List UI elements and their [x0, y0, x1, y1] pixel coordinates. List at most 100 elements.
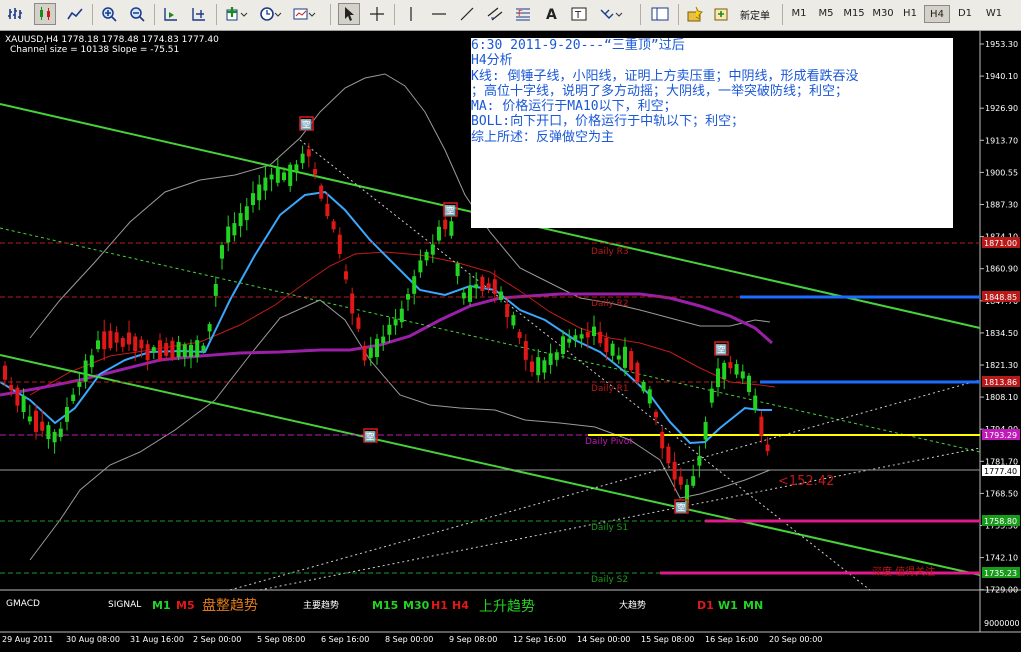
price-axis-label: 1742.10	[985, 554, 1018, 563]
svg-text:🈳: 🈳	[715, 343, 727, 356]
svg-text:1793.29: 1793.29	[984, 431, 1017, 440]
price-tag-r1: 1813.86	[982, 376, 1020, 387]
timeframe-m5[interactable]: M5	[813, 5, 839, 23]
indicators-icon[interactable]	[222, 3, 252, 25]
price-axis-label: 1781.70	[985, 457, 1018, 466]
templates-icon[interactable]	[290, 3, 320, 25]
vertical-line-icon[interactable]	[400, 3, 422, 25]
time-axis-label: 9 Sep 08:00	[449, 635, 497, 644]
daily-r1-label: Daily R1	[591, 384, 629, 394]
daily-s2-label: Daily S2	[591, 575, 628, 585]
timeframe-m30[interactable]: M30	[869, 5, 897, 23]
pattern-marker-2: 🈳	[443, 202, 458, 217]
arrows-icon[interactable]	[596, 3, 626, 25]
time-axis-label: 6 Sep 16:00	[321, 635, 369, 644]
autotrading-icon[interactable]	[710, 3, 732, 25]
time-axis-label: 8 Sep 00:00	[385, 635, 433, 644]
timeframe-m15[interactable]: M15	[840, 5, 868, 23]
timeframe-h4[interactable]: H4	[924, 5, 950, 23]
candlestick-icon[interactable]	[34, 3, 56, 25]
analysis-line-6: BOLL:向下开口，价格运行于中轨以下；利空；	[471, 114, 745, 130]
pattern-marker-3: 🈳	[363, 428, 378, 443]
candle	[629, 347, 634, 373]
cursor-icon[interactable]	[338, 3, 360, 25]
timeframe-m1[interactable]: M1	[786, 5, 812, 23]
timeframe-d1[interactable]: D1	[952, 5, 978, 23]
text-icon[interactable]: A	[540, 3, 562, 25]
analysis-line-2: H4分析	[471, 53, 513, 69]
toolbar: F A T 新定单 M1 M5 M15 M30 H1 H4 D1 W1	[0, 0, 1021, 31]
pattern-marker-1: 🈳	[299, 116, 314, 131]
price-counter: <152.42	[778, 474, 834, 489]
time-axis-label: 20 Sep 00:00	[769, 635, 822, 644]
svg-text:T: T	[574, 10, 582, 21]
price-tag-r3: 1871.00	[982, 237, 1020, 248]
main-trend-label: 主要趋势	[303, 599, 339, 611]
timeframe-h1[interactable]: H1	[898, 5, 922, 23]
zoom-in-icon[interactable]	[98, 3, 120, 25]
consolidation-trend: 盘整趋势	[202, 597, 258, 614]
price-axis-label: 1834.50	[985, 329, 1018, 338]
chart-symbol-info: XAUUSD,H4 1778.18 1778.48 1774.83 1777.4…	[5, 35, 219, 45]
line-chart-icon[interactable]	[64, 3, 86, 25]
time-axis-label: 15 Sep 08:00	[641, 635, 694, 644]
equidistant-channel-icon[interactable]	[484, 3, 506, 25]
price-tag-r2: 1848.85	[982, 291, 1020, 302]
svg-text:1848.85: 1848.85	[984, 293, 1017, 302]
price-axis-label: 1821.30	[985, 361, 1018, 370]
time-axis-label: 16 Sep 16:00	[705, 635, 758, 644]
time-axis-label: 14 Sep 00:00	[577, 635, 630, 644]
text-label-icon[interactable]: T	[568, 3, 590, 25]
daily-r2-label: Daily R2	[591, 299, 629, 309]
svg-text:🈳: 🈳	[300, 118, 312, 131]
time-axis-label: 31 Aug 16:00	[130, 635, 184, 644]
trendline-icon[interactable]	[456, 3, 478, 25]
auto-scroll-icon[interactable]	[160, 3, 182, 25]
bar-chart-icon[interactable]	[4, 3, 26, 25]
gmacd-label: GMACD	[6, 599, 40, 609]
time-axis-label: 12 Sep 16:00	[513, 635, 566, 644]
analysis-note[interactable]: 6:30 2011-9-20---“三重顶”过后 H4分析 K线: 倒锤子线，小…	[471, 38, 953, 228]
analysis-line-4: ；高位十字线，说明了多方动摇；大阴线，一举突破防线；利空；	[471, 83, 849, 99]
price-axis-label: 1913.70	[985, 136, 1018, 145]
price-axis-label: 1926.90	[985, 104, 1018, 113]
fibonacci-icon[interactable]: F	[512, 3, 534, 25]
uptrend-label: 上升趋势	[479, 599, 535, 615]
timeframe-w1[interactable]: W1	[980, 5, 1008, 23]
price-tag-pivot: 1793.29	[982, 429, 1020, 440]
new-order-button[interactable]: 新定单	[734, 3, 776, 25]
price-tag-current: 1777.40	[982, 465, 1020, 476]
navigator-icon[interactable]	[648, 3, 672, 25]
time-axis-label: 5 Sep 08:00	[257, 635, 305, 644]
price-axis-label: 1808.10	[985, 393, 1018, 402]
periods-clock-icon[interactable]	[256, 3, 286, 25]
svg-text:🈳: 🈳	[444, 204, 456, 217]
price-axis-label: 1860.90	[985, 265, 1018, 274]
svg-text:🈳: 🈳	[675, 501, 687, 514]
time-axis-label: 2 Sep 00:00	[193, 635, 241, 644]
signal-d1: D1	[697, 599, 714, 612]
horizontal-line-icon[interactable]	[428, 3, 450, 25]
daily-s1-label: Daily S1	[591, 523, 628, 533]
signal-h1: H1	[431, 599, 448, 612]
signal-label: SIGNAL	[108, 600, 141, 610]
price-tag-s2: 1735.23	[982, 567, 1020, 578]
expert-advisor-icon[interactable]	[684, 3, 706, 25]
zoom-out-icon[interactable]	[126, 3, 148, 25]
major-trend-label: 大趋势	[619, 599, 646, 611]
analysis-line-3: K线: 倒锤子线，小阳线，证明上方卖压重；中阴线，形成看跌吞没	[471, 68, 859, 84]
daily-r3-label: Daily R3	[591, 247, 629, 257]
crosshair-icon[interactable]	[366, 3, 388, 25]
time-axis-label: 29 Aug 2011	[2, 635, 53, 644]
price-axis-label: 1953.30	[985, 40, 1018, 49]
signal-m30: M30	[403, 599, 430, 612]
svg-text:A: A	[546, 7, 557, 22]
chart-shift-icon[interactable]	[188, 3, 210, 25]
pattern-marker-5: 🈳	[674, 499, 689, 514]
analysis-line-7: 综上所述：反弹做空为主	[471, 129, 615, 145]
pattern-marker-4: 🈳	[714, 341, 729, 356]
signal-m15: M15	[372, 599, 398, 612]
signal-mn: MN	[743, 599, 763, 612]
daily-pivot-label: Daily Pivot	[585, 437, 633, 447]
analysis-line-1: 6:30 2011-9-20---“三重顶”过后	[471, 38, 685, 53]
